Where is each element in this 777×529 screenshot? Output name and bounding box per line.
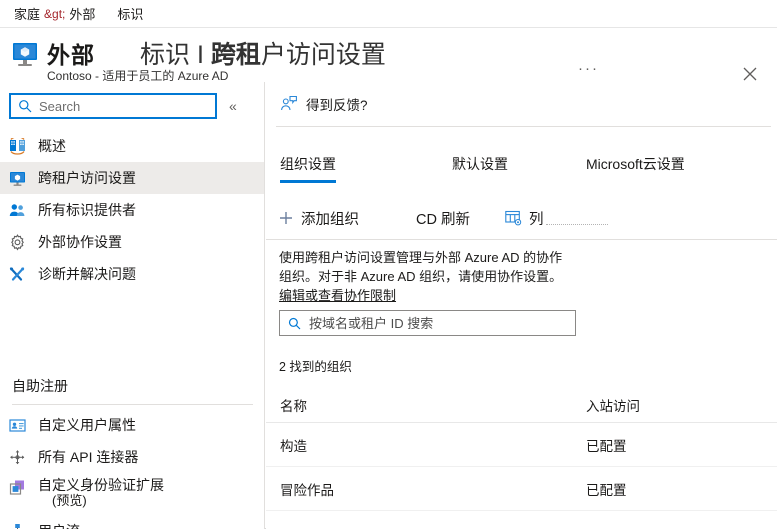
plus-icon <box>278 210 294 226</box>
organization-filter-wrapper[interactable] <box>279 310 576 336</box>
table-header-row: 名称 入站访问 <box>266 387 777 423</box>
sidebar-item-label: 所有 API 连接器 <box>38 449 139 465</box>
content-panel: 得到反馈? 组织设置 默认设置 Microsoft云设置 添加组织 CD 刷新 <box>266 82 777 529</box>
sidebar-item-user-flows[interactable]: 用户流 <box>0 515 264 529</box>
column-header-inbound[interactable]: 入站访问 <box>586 395 766 415</box>
extension-icon <box>9 479 26 496</box>
overlay-prefix: 标识 I <box>140 41 211 69</box>
description-line-1: 使用跨租户访问设置管理与外部 Azure AD 的协作 <box>279 250 563 265</box>
feedback-divider <box>276 126 771 127</box>
breadcrumb-separator: &gt; <box>44 6 66 21</box>
cell-name: 构造 <box>280 438 307 454</box>
sidebar-item-external-collaboration-settings[interactable]: 外部协作设置 <box>0 226 264 258</box>
add-organization-label: 添加组织 <box>301 211 359 228</box>
sidebar-item-label: 所有标识提供者 <box>38 202 136 218</box>
page-title-overlay: 标识 I 跨租户访问设置 <box>140 35 386 71</box>
table-row[interactable]: 构造 已配置 <box>266 423 777 467</box>
sidebar-nav-primary: 概述 跨租户访问设置 所有标识提供者 外部协作设置 诊断并解决问题 <box>0 130 264 290</box>
search-icon <box>18 99 32 113</box>
table-row[interactable]: 冒险作品 已配置 <box>266 467 777 511</box>
columns-button[interactable]: 列 <box>505 204 608 232</box>
overlay-bold: 跨租 <box>210 41 261 69</box>
tab-default-settings[interactable]: 默认设置 <box>452 154 508 183</box>
monitor-icon <box>9 170 26 187</box>
sidebar-item-sublabel: (预览) <box>52 493 87 508</box>
more-options-button[interactable]: ··· <box>578 61 599 76</box>
command-bar-divider <box>266 239 777 240</box>
sidebar-item-all-identity-providers[interactable]: 所有标识提供者 <box>0 194 264 226</box>
column-header-name[interactable]: 名称 <box>266 395 586 415</box>
userflow-icon <box>9 523 26 529</box>
description-text: 使用跨租户访问设置管理与外部 Azure AD 的协作 组织。对于非 Azure… <box>279 248 619 305</box>
troubleshoot-icon <box>9 266 26 283</box>
sidebar-nav-secondary: 自定义用户属性 所有 API 连接器 自定义身份验证扩展 (预览) <box>0 409 264 529</box>
search-input[interactable] <box>39 98 204 114</box>
users-icon <box>9 202 26 219</box>
sidebar-item-custom-auth-extensions[interactable]: 自定义身份验证扩展 (预览) <box>0 473 264 515</box>
collaboration-restrictions-link[interactable]: 编辑或查看协作限制 <box>279 288 396 303</box>
sidebar-item-custom-user-attributes[interactable]: 自定义用户属性 <box>0 409 264 441</box>
feedback-label: 得到反馈? <box>306 98 368 113</box>
breadcrumb-item-identity[interactable]: 标识 <box>117 4 143 23</box>
monitor-cube-icon <box>11 40 39 68</box>
azure-portal-blade: 家庭 &gt; 外部 标识 外部 标识 I 跨租户访问设置 Contoso - … <box>0 0 777 529</box>
sidebar-group-title: 自助注册 <box>12 378 68 394</box>
overview-icon <box>9 137 26 155</box>
sidebar-item-label: 概述 <box>38 138 66 154</box>
refresh-button[interactable]: CD 刷新 <box>416 204 470 232</box>
refresh-label: CD 刷新 <box>416 211 470 228</box>
overlay-suffix: 户访问设置 <box>260 41 386 69</box>
search-input-wrapper[interactable] <box>9 93 217 119</box>
user-attributes-icon <box>9 417 26 434</box>
tab-microsoft-cloud-settings[interactable]: Microsoft云设置 <box>586 154 685 183</box>
sidebar-item-overview[interactable]: 概述 <box>0 130 264 162</box>
sidebar-item-label: 外部协作设置 <box>38 234 122 250</box>
sidebar-item-all-api-connectors[interactable]: 所有 API 连接器 <box>0 441 264 473</box>
close-icon[interactable] <box>740 64 760 84</box>
sidebar-item-label: 自定义身份验证扩展 <box>38 477 164 493</box>
search-icon <box>288 317 301 330</box>
connector-icon <box>9 449 26 466</box>
sidebar-item-label: 用户流 <box>38 521 80 529</box>
add-organization-button[interactable]: 添加组织 <box>278 204 359 232</box>
cell-name: 冒险作品 <box>280 482 334 498</box>
found-count-label: 2 找到的组织 <box>279 360 352 374</box>
command-bar: 添加组织 CD 刷新 列 <box>266 204 777 238</box>
sidebar-group-self-service: 自助注册 <box>0 372 264 405</box>
sidebar-search-row: « <box>0 92 264 120</box>
cell-inbound: 已配置 <box>586 482 627 498</box>
organization-filter-input[interactable] <box>309 315 559 331</box>
feedback-button[interactable]: 得到反馈? <box>280 94 368 114</box>
sidebar-divider <box>12 404 253 405</box>
sidebar: « <box>0 82 265 529</box>
sidebar-item-troubleshoot[interactable]: 诊断并解决问题 <box>0 258 264 290</box>
sidebar-item-text: 自定义身份验证扩展 (预览) <box>38 477 164 509</box>
sidebar-item-label: 跨租户访问设置 <box>38 170 136 186</box>
columns-trailing-dots <box>545 223 608 225</box>
cell-inbound: 已配置 <box>586 438 627 454</box>
gear-icon <box>9 233 26 251</box>
feedback-person-icon <box>280 95 298 113</box>
page-title: 外部 <box>47 42 95 68</box>
tab-organization-settings[interactable]: 组织设置 <box>280 154 336 183</box>
breadcrumb-item-external[interactable]: 外部 <box>69 4 95 23</box>
organizations-table: 名称 入站访问 构造 已配置 冒险作品 已配置 <box>266 387 777 511</box>
blade-header: 外部 标识 I 跨租户访问设置 Contoso - 适用于员工的 Azure A… <box>0 28 777 84</box>
sidebar-item-label: 自定义用户属性 <box>38 417 136 433</box>
description-line-2: 组织。对于非 Azure AD 组织，请使用协作设置。 <box>279 269 563 284</box>
breadcrumb: 家庭 &gt; 外部 标识 <box>0 0 777 28</box>
sidebar-item-cross-tenant-access[interactable]: 跨租户访问设置 <box>0 162 264 194</box>
tab-bar: 组织设置 默认设置 Microsoft云设置 <box>266 154 777 190</box>
breadcrumb-item-home[interactable]: 家庭 <box>14 4 40 23</box>
collapse-sidebar-button[interactable]: « <box>229 98 237 114</box>
columns-label: 列 <box>529 211 544 228</box>
sidebar-item-label: 诊断并解决问题 <box>38 266 136 282</box>
columns-icon <box>505 210 522 226</box>
